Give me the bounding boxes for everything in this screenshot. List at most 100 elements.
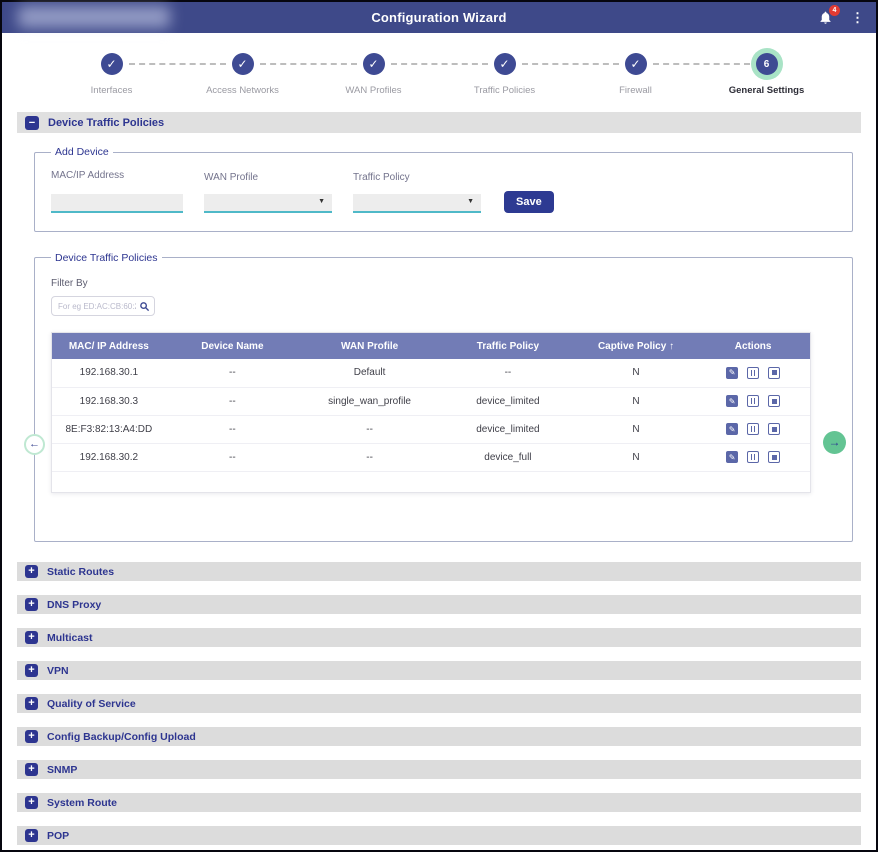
step-label: General Settings xyxy=(729,85,805,96)
traffic-policy-label: Traffic Policy xyxy=(353,172,481,183)
section-bar-device-traffic-policies[interactable]: − Device Traffic Policies xyxy=(17,112,861,133)
step-completed-check-icon: ✓ xyxy=(101,53,123,75)
row-actions: ✎ xyxy=(697,367,809,379)
section-bar-quality-of-service[interactable]: +Quality of Service xyxy=(17,694,861,713)
table-row: 192.168.30.3--single_wan_profiledevice_l… xyxy=(52,387,810,415)
section-bar-vpn[interactable]: +VPN xyxy=(17,661,861,680)
column-header-device-name[interactable]: Device Name xyxy=(166,333,299,359)
expand-icon[interactable]: + xyxy=(25,730,38,743)
stepper-step-wan-profiles[interactable]: ✓WAN Profiles xyxy=(308,53,439,96)
pause-action-icon[interactable] xyxy=(747,367,759,379)
cell-mac-ip: 192.168.30.3 xyxy=(52,387,166,415)
section-title-snmp: SNMP xyxy=(47,764,77,776)
row-actions: ✎ xyxy=(697,395,809,407)
add-device-fieldset: Add Device MAC/IP Address WAN Profile ▼ … xyxy=(34,146,853,232)
notification-bell-icon[interactable]: 4 xyxy=(818,10,834,26)
next-page-button[interactable]: → xyxy=(823,431,846,454)
row-actions: ✎ xyxy=(697,451,809,463)
step-label: Traffic Policies xyxy=(474,85,535,96)
search-icon[interactable] xyxy=(139,301,150,312)
cell-device-name: -- xyxy=(166,443,299,471)
pause-action-icon[interactable] xyxy=(747,423,759,435)
stepper-step-interfaces[interactable]: ✓Interfaces xyxy=(46,53,177,96)
step-completed-check-icon: ✓ xyxy=(494,53,516,75)
stepper-step-general-settings[interactable]: 6General Settings xyxy=(701,53,832,96)
cell-device-name: -- xyxy=(166,415,299,443)
device-list-legend: Device Traffic Policies xyxy=(51,252,162,264)
filter-by-label: Filter By xyxy=(51,278,836,289)
cell-wan-profile: single_wan_profile xyxy=(299,387,440,415)
expand-icon[interactable]: + xyxy=(25,664,38,677)
prev-page-button[interactable]: ← xyxy=(24,434,45,455)
table-row: 192.168.30.1--Default--N✎ xyxy=(52,359,810,387)
stop-action-icon[interactable] xyxy=(768,451,780,463)
mac-ip-label: MAC/IP Address xyxy=(51,170,183,181)
pause-action-icon[interactable] xyxy=(747,395,759,407)
notification-badge: 4 xyxy=(829,5,840,16)
section-title-config-backup-config-upload: Config Backup/Config Upload xyxy=(47,731,196,743)
table-body: 192.168.30.1--Default--N✎192.168.30.3--s… xyxy=(52,359,810,471)
cell-device-name: -- xyxy=(166,387,299,415)
cell-traffic-policy: device_full xyxy=(440,443,576,471)
row-actions: ✎ xyxy=(697,423,809,435)
cell-device-name: -- xyxy=(166,359,299,387)
cell-mac-ip: 8E:F3:82:13:A4:DD xyxy=(52,415,166,443)
edit-action-icon[interactable]: ✎ xyxy=(726,395,738,407)
column-header-traffic-policy[interactable]: Traffic Policy xyxy=(440,333,576,359)
edit-action-icon[interactable]: ✎ xyxy=(726,367,738,379)
expand-icon[interactable]: + xyxy=(25,598,38,611)
column-header-actions[interactable]: Actions xyxy=(696,333,810,359)
expand-icon[interactable]: + xyxy=(25,763,38,776)
section-title-device-traffic-policies: Device Traffic Policies xyxy=(48,117,164,129)
stop-action-icon[interactable] xyxy=(768,395,780,407)
expand-icon[interactable]: + xyxy=(25,565,38,578)
table-header-row: MAC/ IP AddressDevice NameWAN ProfileTra… xyxy=(52,333,810,359)
filter-box xyxy=(51,296,155,317)
section-bar-config-backup-config-upload[interactable]: + Config Backup/Config Upload xyxy=(17,727,861,746)
expand-icon[interactable]: + xyxy=(25,829,38,842)
cell-mac-ip: 192.168.30.2 xyxy=(52,443,166,471)
stop-action-icon[interactable] xyxy=(768,367,780,379)
section-bar-pop[interactable]: +POP xyxy=(17,826,861,845)
section-bar-static-routes[interactable]: + Static Routes xyxy=(17,562,861,581)
save-button[interactable]: Save xyxy=(504,191,554,213)
step-completed-check-icon: ✓ xyxy=(232,53,254,75)
arrow-left-icon: ← xyxy=(29,438,40,450)
pause-action-icon[interactable] xyxy=(747,451,759,463)
column-header-captive-policy[interactable]: Captive Policy ↑ xyxy=(576,333,697,359)
collapse-icon[interactable]: − xyxy=(25,116,39,130)
section-bar-dns-proxy[interactable]: +DNS Proxy xyxy=(17,595,861,614)
device-table: MAC/ IP AddressDevice NameWAN ProfileTra… xyxy=(51,332,811,493)
stepper-step-traffic-policies[interactable]: ✓ Traffic Policies xyxy=(439,53,570,96)
edit-action-icon[interactable]: ✎ xyxy=(726,423,738,435)
stop-action-icon[interactable] xyxy=(768,423,780,435)
arrow-right-icon: → xyxy=(829,435,841,449)
section-bar-multicast[interactable]: +Multicast xyxy=(17,628,861,647)
column-header-mac-ip-address[interactable]: MAC/ IP Address xyxy=(52,333,166,359)
traffic-policy-select[interactable]: ▼ xyxy=(353,194,481,213)
cell-traffic-policy: device_limited xyxy=(440,415,576,443)
stepper-step-access-networks[interactable]: ✓ Access Networks xyxy=(177,53,308,96)
expand-icon[interactable]: + xyxy=(25,697,38,710)
cell-actions: ✎ xyxy=(696,387,810,415)
cell-actions: ✎ xyxy=(696,415,810,443)
step-completed-check-icon: ✓ xyxy=(363,53,385,75)
stepper-step-firewall[interactable]: ✓Firewall xyxy=(570,53,701,96)
edit-action-icon[interactable]: ✎ xyxy=(726,451,738,463)
cell-actions: ✎ xyxy=(696,359,810,387)
overflow-menu-icon[interactable]: ⋮ xyxy=(851,11,864,24)
expand-icon[interactable]: + xyxy=(25,631,38,644)
wan-profile-select[interactable]: ▼ xyxy=(204,194,332,213)
mac-ip-input[interactable] xyxy=(51,194,183,213)
cell-captive-policy: N xyxy=(576,359,697,387)
section-bar-snmp[interactable]: + SNMP xyxy=(17,760,861,779)
page-title: Configuration Wizard xyxy=(2,10,876,25)
section-title-static-routes: Static Routes xyxy=(47,566,114,578)
cell-wan-profile: -- xyxy=(299,415,440,443)
column-header-wan-profile[interactable]: WAN Profile xyxy=(299,333,440,359)
section-bar-system-route[interactable]: +System Route xyxy=(17,793,861,812)
step-label: Access Networks xyxy=(206,85,279,96)
wan-profile-label: WAN Profile xyxy=(204,172,332,183)
expand-icon[interactable]: + xyxy=(25,796,38,809)
device-traffic-policies-panel: Add Device MAC/IP Address WAN Profile ▼ … xyxy=(17,133,861,542)
